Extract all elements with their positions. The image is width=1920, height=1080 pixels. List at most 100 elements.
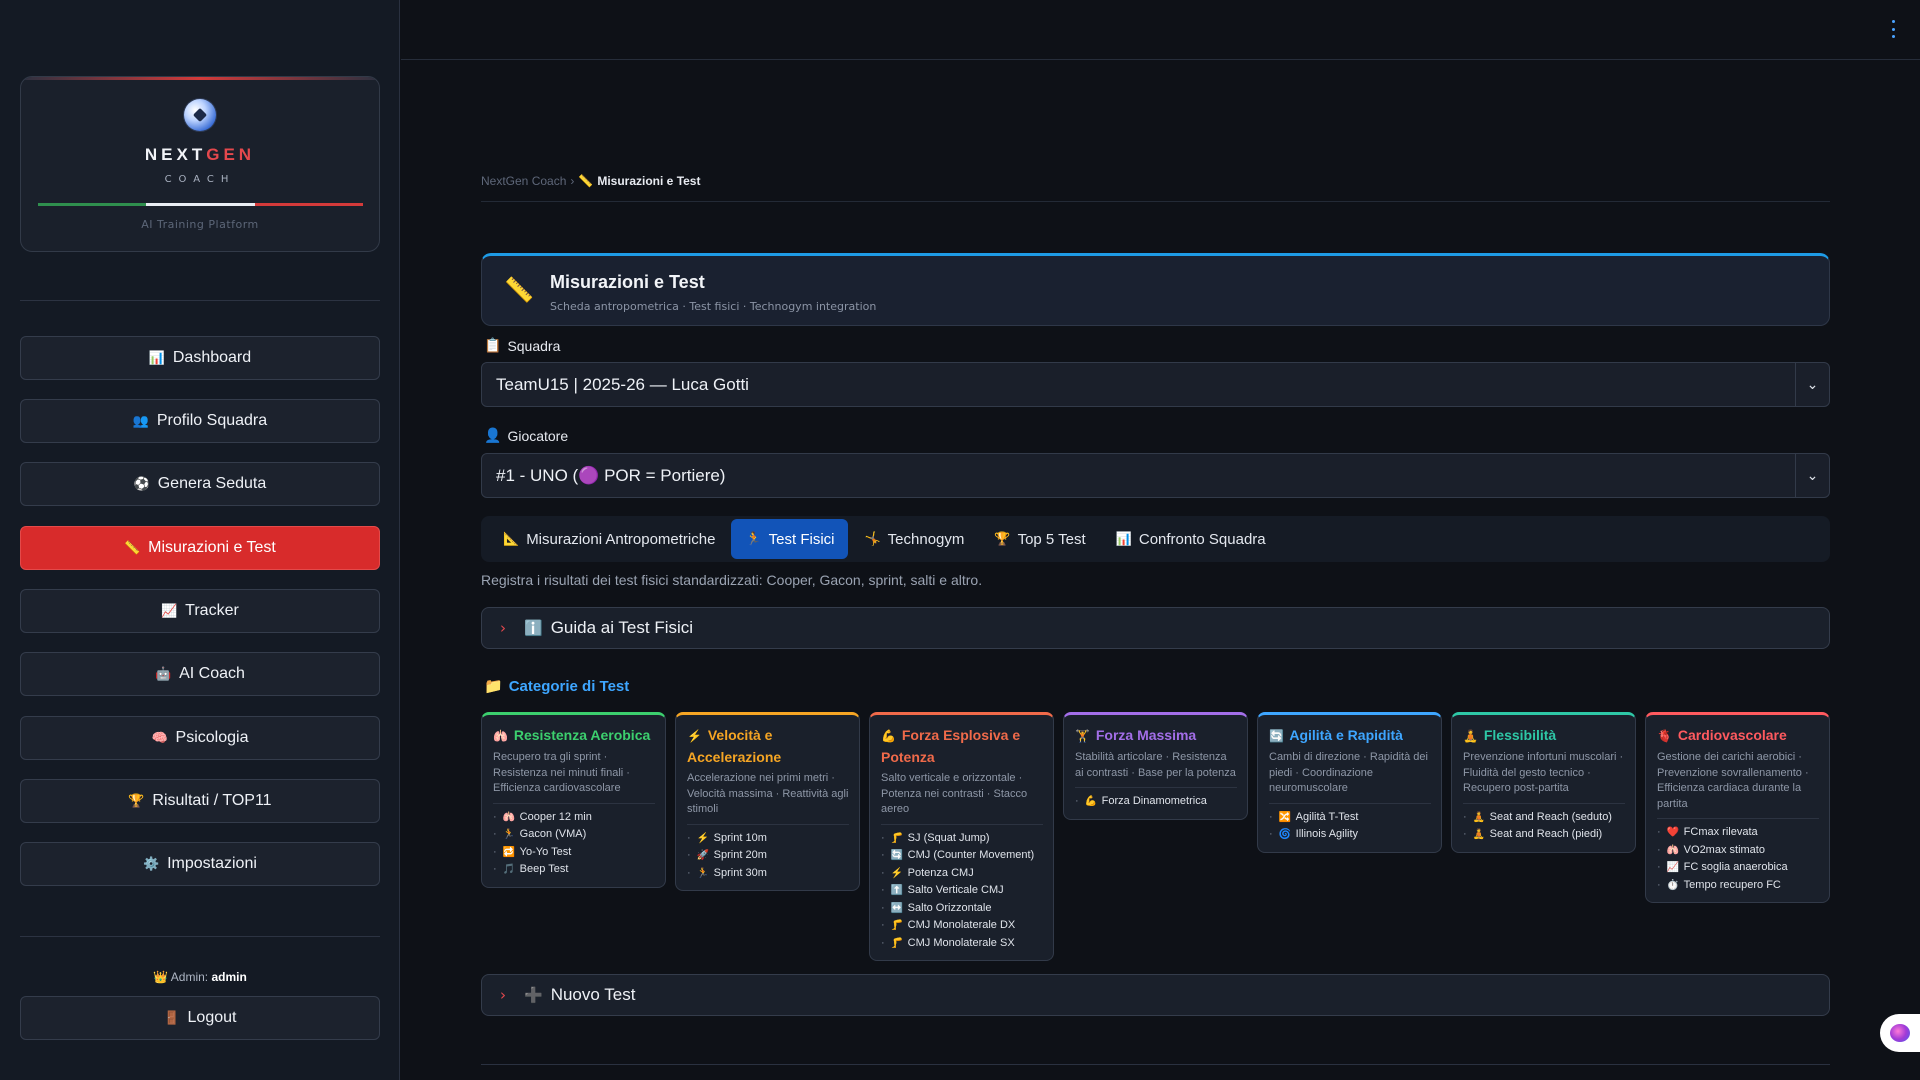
admin-indicator: 👑 Admin: admin [20,970,380,984]
runner-icon: 🏃 [502,829,516,840]
category-title: 🫀 Cardiovascolare [1657,725,1819,747]
folder-icon: 📁 [484,678,503,695]
nuovo-test-expander[interactable]: › ➕ Nuovo Test [481,974,1830,1016]
brand-tagline: AI Training Platform [141,218,259,231]
sidebar-item-label: Psicologia [175,729,249,746]
test-label: Salto Verticale CMJ [907,884,1004,896]
test-label: CMJ (Counter Movement) [907,849,1035,861]
category-card-flessibilita[interactable]: 🧘 Flessibilità Prevenzione infortuni mus… [1451,712,1636,853]
tab-description: Registra i risultati dei test fisici sta… [481,572,983,588]
sidebar-item-profilo-squadra[interactable]: 👥 Profilo Squadra [20,399,380,443]
category-card-resistenza-aerobica[interactable]: 🫁 Resistenza Aerobica Recupero tra gli s… [481,712,666,888]
category-title-text: Flessibilità [1483,727,1557,743]
category-description: Cambi di direzione · Rapidità dei piedi … [1269,750,1431,804]
arrow-left-right-icon: ↔️ [890,902,904,914]
test-label: VO2max stimato [1683,843,1765,856]
tab-label: Technogym [887,530,965,548]
category-test-list: ❤️FCmax rilevata 🫁VO2max stimato 📈FC sog… [1657,824,1819,894]
list-item: 🔄CMJ (Counter Movement) [881,847,1043,865]
trophy-icon: 🏆 [994,531,1011,546]
gymnast-icon: 🤸 [864,531,881,546]
category-title-text: Forza Massima [1095,727,1197,743]
tab-confronto-squadra[interactable]: 📊 Confronto Squadra [1102,519,1280,559]
sidebar-item-ai-coach[interactable]: 🤖 AI Coach [20,652,380,696]
list-item: 🧘Seat and Reach (piedi) [1463,826,1625,844]
chevron-down-icon[interactable]: ⌄ [1795,363,1829,406]
logo-accent-bar [21,77,379,80]
assistant-launcher-button[interactable] [1880,1014,1920,1052]
sidebar-item-dashboard[interactable]: 📊 Dashboard [20,336,380,380]
list-item: 🫁Cooper 12 min [493,809,655,827]
breadcrumb-root[interactable]: NextGen Coach [481,174,566,188]
lightning-icon: ⚡ [890,867,904,879]
chevron-down-icon[interactable]: ⌄ [1795,454,1829,497]
tab-test-fisici[interactable]: 🏃 Test Fisici [731,519,849,559]
tab-technogym[interactable]: 🤸 Technogym [850,519,978,559]
category-test-list: 🦵SJ (Squat Jump) 🔄CMJ (Counter Movement)… [881,830,1043,953]
chevron-right-icon: › [500,986,506,1004]
trophy-icon: 🏆 [128,793,145,808]
yoga-icon: 🧘 [1472,829,1486,840]
list-item: 🫁VO2max stimato [1657,842,1819,860]
categories-heading: 📁 Categorie di Test [484,677,629,696]
sidebar-item-psicologia[interactable]: 🧠 Psicologia [20,716,380,760]
test-label: FC soglia anaerobica [1683,861,1788,873]
squadra-select[interactable]: TeamU15 | 2025-26 — Luca Gotti ⌄ [481,362,1830,407]
sidebar-item-genera-seduta[interactable]: ⚽ Genera Seduta [20,462,380,506]
test-label: Gacon (VMA) [519,828,587,840]
tab-bar: 📐 Misurazioni Antropometriche 🏃 Test Fis… [481,516,1830,562]
list-item: 🦵SJ (Squat Jump) [881,830,1043,848]
category-title-text: Agilità e Rapidità [1289,727,1403,743]
category-title: 🧘 Flessibilità [1463,725,1625,747]
soccer-ball-icon: ⚽ [133,476,150,491]
category-card-forza-esplosiva[interactable]: 💪 Forza Esplosiva e Potenza Salto vertic… [869,712,1054,961]
team-icon: 👥 [132,413,150,428]
robot-icon: 🤖 [155,666,172,681]
category-test-list: 🧘Seat and Reach (seduto) 🧘Seat and Reach… [1463,809,1625,844]
breadcrumb-current: Misurazioni e Test [597,174,701,188]
category-test-list: 🔀Agilità T-Test 🌀Illinois Agility [1269,809,1431,844]
sidebar-item-risultati-top11[interactable]: 🏆 Risultati / TOP11 [20,779,380,823]
list-item: ⏱️Tempo recupero FC [1657,877,1819,895]
sidebar-item-tracker[interactable]: 📈 Tracker [20,589,380,633]
arrow-up-icon: ⬆️ [890,885,904,896]
category-test-list: ⚡Sprint 10m 🚀Sprint 20m 🏃Sprint 30m [687,830,849,883]
giocatore-select[interactable]: #1 - UNO (🟣 POR = Portiere) ⌄ [481,453,1830,498]
category-description: Salto verticale e orizzontale · Potenza … [881,771,1043,825]
giocatore-label: 👤 Giocatore [484,427,568,444]
trend-chart-icon: 📈 [161,603,178,618]
breadcrumb-divider [481,201,1830,202]
yoga-icon: 🧘 [1472,811,1486,823]
logout-button[interactable]: 🚪 Logout [20,996,380,1040]
category-card-forza-massima[interactable]: 🏋️ Forza Massima Stabilità articolare · … [1063,712,1248,820]
category-title: 🏋️ Forza Massima [1075,725,1237,747]
sidebar-item-misurazioni-e-test[interactable]: 📏 Misurazioni e Test [20,526,380,570]
category-card-velocita-accelerazione[interactable]: ⚡ Velocità e Accelerazione Accelerazione… [675,712,860,891]
list-item: ❤️FCmax rilevata [1657,824,1819,842]
sidebar-item-label: Genera Seduta [157,475,267,492]
test-label: Illinois Agility [1295,828,1359,840]
list-item: 🎵Beep Test [493,861,655,879]
guida-test-fisici-expander[interactable]: › ℹ️ Guida ai Test Fisici [481,607,1830,649]
tab-top-5-test[interactable]: 🏆 Top 5 Test [980,519,1099,559]
test-label: FCmax rilevata [1683,826,1758,838]
category-description: Prevenzione infortuni muscolari · Fluidi… [1463,750,1625,804]
admin-username: admin [211,970,247,984]
test-label: Salto Orizzontale [907,901,992,914]
category-card-agilita-rapidita[interactable]: 🔄 Agilità e Rapidità Cambi di direzione … [1257,712,1442,853]
tab-misurazioni-antropometriche[interactable]: 📐 Misurazioni Antropometriche [489,519,729,559]
heart-icon: ❤️ [1666,827,1680,838]
more-options-icon[interactable] [1890,20,1896,38]
sidebar-item-label: Dashboard [172,349,252,366]
category-card-cardiovascolare[interactable]: 🫀 Cardiovascolare Gestione dei carichi a… [1645,712,1830,903]
test-label: Beep Test [519,863,569,875]
list-item: 🏃Gacon (VMA) [493,826,655,844]
ruler-icon: 📏 [124,540,141,555]
category-description: Stabilità articolare · Resistenza ai con… [1075,750,1237,788]
tricolor-divider [38,203,363,206]
sidebar-item-impostazioni[interactable]: ⚙️ Impostazioni [20,842,380,886]
lungs-icon: 🫁 [1666,844,1680,856]
category-title: 🔄 Agilità e Rapidità [1269,725,1431,747]
top-header-bar [401,0,1920,60]
soccer-ball-icon [184,99,216,131]
